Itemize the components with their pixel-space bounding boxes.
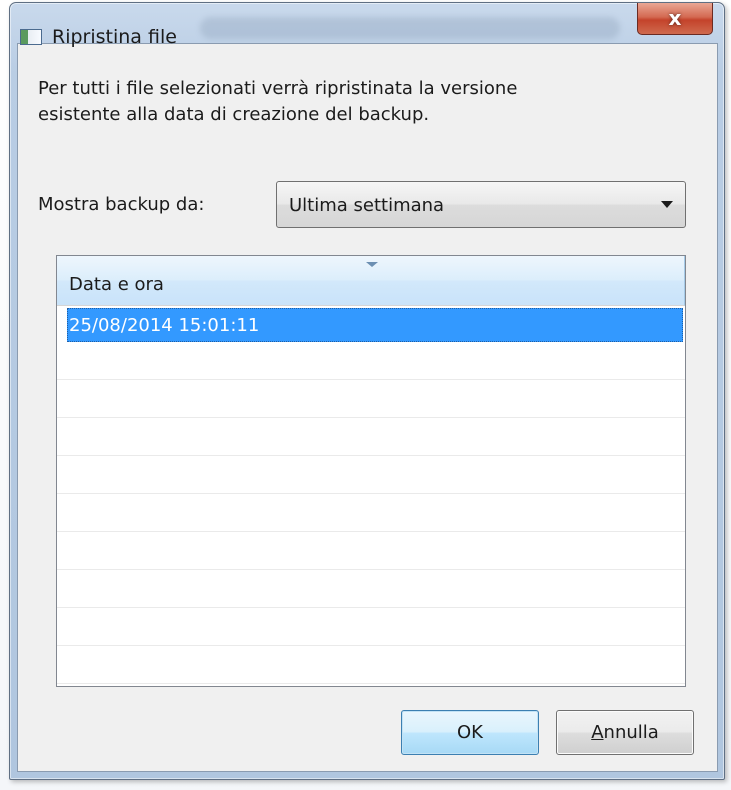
- list-item[interactable]: 25/08/2014 15:01:11: [67, 308, 683, 342]
- column-header-date-time[interactable]: Data e ora: [57, 256, 685, 306]
- cancel-button[interactable]: Annulla: [556, 710, 694, 755]
- chevron-down-icon: [661, 201, 673, 208]
- empty-list-row: [57, 456, 685, 494]
- app-window-icon: [20, 29, 42, 45]
- empty-list-row: [57, 532, 685, 570]
- cancel-accelerator: A: [591, 722, 604, 743]
- column-header-label: Data e ora: [69, 274, 164, 295]
- description-line-1: Per tutti i file selezionati verrà ripri…: [38, 78, 518, 99]
- description-line-2: esistente alla data di creazione del bac…: [38, 104, 430, 125]
- backup-period-selected: Ultima settimana: [289, 195, 445, 216]
- close-icon: x: [668, 6, 682, 30]
- empty-list-row: [57, 494, 685, 532]
- backup-list[interactable]: Data e ora 25/08/2014 15:01:11: [56, 255, 686, 687]
- backup-period-dropdown[interactable]: Ultima settimana: [276, 181, 686, 228]
- backup-timestamp: 25/08/2014 15:01:11: [69, 315, 260, 336]
- restore-description: Per tutti i file selezionati verrà ripri…: [38, 76, 708, 128]
- show-backup-label: Mostra backup da:: [38, 194, 205, 215]
- empty-list-row: [57, 570, 685, 608]
- empty-list-row: [57, 608, 685, 646]
- blurred-background-title: [200, 17, 620, 39]
- empty-list-row: [57, 646, 685, 684]
- ok-button[interactable]: OK: [401, 710, 539, 755]
- backup-list-body: 25/08/2014 15:01:11: [57, 306, 685, 684]
- dialog-title: Ripristina file: [52, 26, 177, 48]
- empty-list-row: [57, 380, 685, 418]
- empty-list-row: [57, 418, 685, 456]
- sort-indicator-icon: [366, 262, 378, 267]
- empty-list-row: [57, 342, 685, 380]
- cancel-label-rest: nnulla: [603, 722, 659, 743]
- close-button[interactable]: x: [637, 3, 713, 35]
